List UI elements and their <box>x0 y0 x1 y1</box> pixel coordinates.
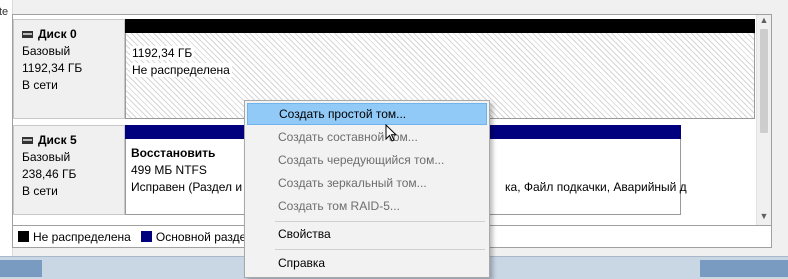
menu-item-properties[interactable]: Свойства <box>247 223 487 245</box>
disk-5-status: В сети <box>22 184 58 198</box>
disk-5-title-text: Диск 5 <box>38 133 77 147</box>
disk-5-volume-status-right: ка, Файл подкачки, Аварийный д <box>505 180 687 194</box>
disk-0-status: В сети <box>22 78 58 92</box>
disk-0-size: 1192,34 ГБ <box>22 61 83 75</box>
disk-0-label[interactable]: Диск 0 Базовый 1192,34 ГБ В сети <box>13 19 125 119</box>
context-menu: Создать простой том... Создать составной… <box>244 100 490 278</box>
disk-5-size: 238,46 ГБ <box>22 167 77 181</box>
disk-0-type: Базовый <box>22 44 71 58</box>
disk-0-title: Диск 0 <box>22 26 124 43</box>
disk-5-type: Базовый <box>22 150 71 164</box>
menu-item-create-simple-volume[interactable]: Создать простой том... <box>247 103 487 125</box>
scroll-down-icon[interactable]: ▼ <box>757 211 771 221</box>
disk-0-volume-state: Не распределена <box>130 63 232 77</box>
scrollbar-thumb[interactable] <box>760 29 768 133</box>
disk-5-label[interactable]: Диск 5 Базовый 238,46 ГБ В сети <box>13 125 125 215</box>
disk-0-volume-size: 1192,34 ГБ <box>130 46 195 60</box>
window-edge-text: te <box>0 6 9 18</box>
disk-5-title: Диск 5 <box>22 132 124 149</box>
legend-primary: Основной разде <box>155 229 247 244</box>
menu-item-help[interactable]: Справка <box>247 252 487 274</box>
disk-0-volume-text: 1192,34 ГБ Не распределена <box>130 45 232 79</box>
mouse-pointer-icon <box>385 124 398 142</box>
taskbar-segment <box>0 260 42 277</box>
unallocated-header-bar <box>125 19 755 33</box>
taskbar-segment <box>700 260 788 277</box>
menu-separator <box>275 221 485 222</box>
unallocated-swatch <box>18 231 29 242</box>
legend-unallocated: Не распределена <box>33 229 131 244</box>
scroll-up-icon[interactable]: ▲ <box>757 15 771 25</box>
menu-item-create-striped-volume[interactable]: Создать чередующийся том... <box>247 149 487 171</box>
menu-item-create-mirrored-volume[interactable]: Создать зеркальный том... <box>247 172 487 194</box>
disk-icon <box>22 31 33 38</box>
menu-item-create-raid5-volume[interactable]: Создать том RAID-5... <box>247 195 487 217</box>
primary-partition-swatch <box>140 231 152 242</box>
disk-5-volume-status-left: Исправен (Раздел и <box>131 180 243 194</box>
menu-separator <box>275 249 485 250</box>
disk-0-title-text: Диск 0 <box>38 27 77 41</box>
vertical-scrollbar[interactable]: ▲ ▼ <box>756 15 771 225</box>
disk-icon <box>22 137 33 144</box>
menu-item-create-spanned-volume[interactable]: Создать составной том... <box>247 126 487 148</box>
